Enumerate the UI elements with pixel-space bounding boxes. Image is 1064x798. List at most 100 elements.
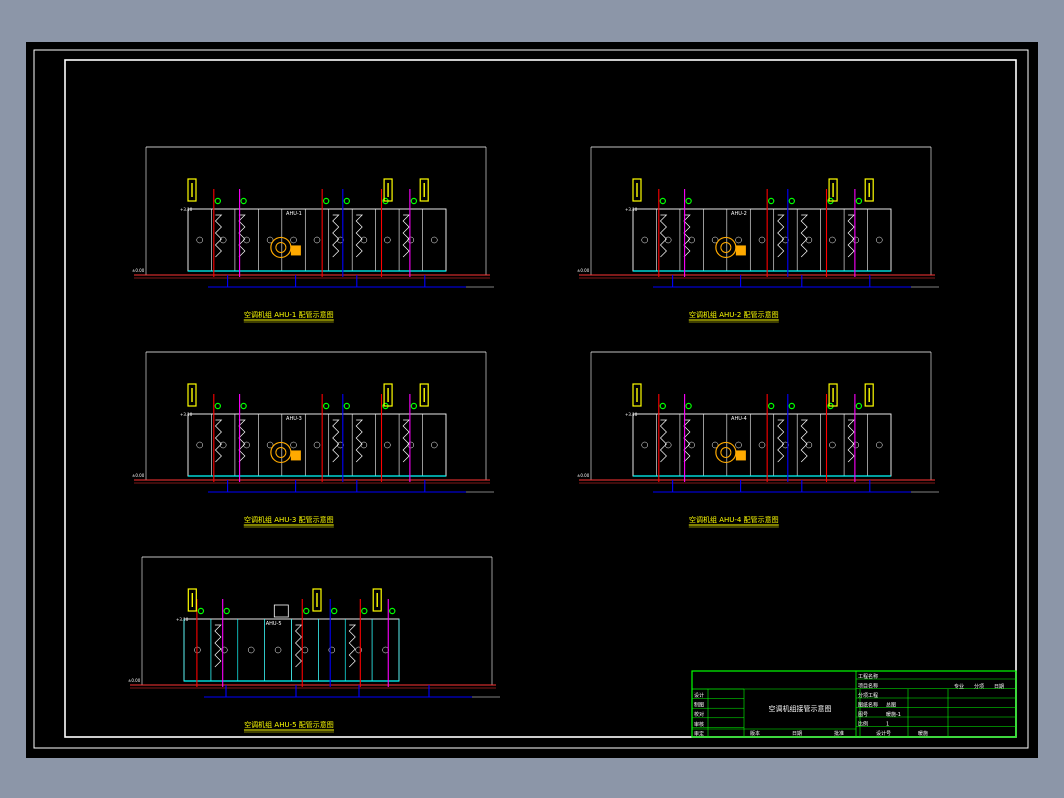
coil — [355, 214, 364, 258]
elevation-label: ±0.00 — [132, 473, 145, 478]
title-block: 设计制图校对审核审定 工程名称项目名称分项工程图纸名称 总图图号 暖施-1 比例 1 专业 分… — [691, 670, 1017, 738]
title-block-footer: 版本 — [750, 730, 760, 737]
component-marker — [876, 236, 883, 244]
valve-icon — [855, 197, 863, 205]
component-marker — [641, 236, 648, 244]
coil — [800, 214, 809, 258]
title-block-header: 分项 — [974, 683, 984, 690]
valve-icon — [855, 402, 863, 410]
title-block-label: 分项工程 — [858, 692, 878, 699]
elevation-label: +3.10 — [625, 207, 638, 212]
fan-icon — [275, 446, 287, 458]
title-block-value: 暖施-1 — [886, 711, 901, 718]
coil — [777, 214, 785, 258]
component-marker — [247, 646, 255, 654]
coil — [847, 419, 855, 463]
component-marker — [384, 441, 391, 449]
component-marker — [431, 441, 438, 449]
valve-icon — [410, 402, 418, 410]
title-block-label: 比例 — [858, 721, 868, 728]
component-marker — [688, 236, 695, 244]
ahu-casing — [187, 413, 447, 477]
component-marker — [664, 441, 672, 449]
fan-icon — [715, 236, 737, 259]
valve-icon — [214, 402, 221, 410]
elevation-label: ±0.00 — [128, 678, 141, 683]
coil — [214, 419, 223, 463]
component-marker — [852, 441, 860, 449]
coil — [659, 419, 668, 463]
motor-icon — [735, 245, 746, 256]
fan-icon — [270, 441, 292, 464]
title-block-footer: 日期 — [792, 731, 802, 737]
valve-icon — [767, 402, 775, 410]
coil — [800, 419, 809, 463]
valve-icon — [303, 607, 310, 615]
title-block-label: 设计 — [694, 692, 704, 699]
ahu-tag: AHU-4 — [731, 416, 747, 422]
elevation-label: +3.10 — [625, 412, 638, 417]
component-marker — [360, 236, 368, 244]
fan-icon — [715, 441, 737, 464]
component-marker — [274, 646, 282, 654]
elevation-label: ±0.00 — [577, 268, 590, 273]
section-ahu-3: ±0.00 +3.10 AHU-3 空调机组 AHU-3 配管示意图 — [132, 351, 494, 528]
component-marker — [641, 441, 648, 449]
component-marker — [290, 236, 297, 244]
title-block-header: 专业 — [954, 683, 964, 690]
motor-icon — [290, 450, 301, 461]
valve-icon — [788, 197, 796, 205]
valve-icon — [659, 197, 667, 205]
fan-icon — [720, 446, 732, 458]
drawing-name: 空调机组接管示意图 — [769, 704, 832, 713]
title-block-footer: 暖施 — [918, 730, 928, 737]
title-block-label: 审定 — [694, 730, 704, 737]
drawing-sheet[interactable]: ±0.00 +3.10 AHU-1 空调机组 AHU-1 配管示意图 ±0.00 +3.1… — [26, 42, 1038, 758]
damper-box — [273, 604, 289, 618]
fan-icon — [270, 236, 292, 259]
component-marker — [829, 236, 836, 244]
component-marker — [431, 236, 438, 244]
drawing-caption: 空调机组 AHU-5 配管示意图 — [244, 720, 334, 729]
coil — [332, 419, 340, 463]
valve-icon — [659, 402, 667, 410]
coil — [348, 624, 357, 668]
ahu-tag: AHU-3 — [286, 416, 302, 422]
component-marker — [688, 441, 695, 449]
component-marker — [805, 441, 813, 449]
valve-icon — [322, 197, 330, 205]
outer-border — [33, 49, 1029, 749]
valve-icon — [788, 402, 796, 410]
coil — [295, 624, 303, 668]
fan-icon — [720, 241, 732, 253]
drawing-caption: 空调机组 AHU-1 配管示意图 — [244, 310, 334, 319]
section-ahu-4: ±0.00 +3.10 AHU-4 空调机组 AHU-4 配管示意图 — [577, 351, 939, 528]
title-block-label: 审核 — [694, 721, 704, 728]
title-block-label: 工程名称 — [858, 673, 878, 680]
ahu-casing — [187, 208, 447, 272]
drawing-caption: 空调机组 AHU-4 配管示意图 — [689, 515, 779, 524]
coil — [659, 214, 668, 258]
valve-icon — [322, 402, 330, 410]
title-block-header: 日期 — [994, 684, 1004, 690]
component-marker — [219, 236, 227, 244]
elevation-label: ±0.00 — [577, 473, 590, 478]
coil — [214, 624, 222, 668]
cad-viewer: ±0.00 +3.10 AHU-1 空调机组 AHU-1 配管示意图 ±0.00 +3.1… — [0, 0, 1064, 798]
valve-icon — [361, 607, 368, 615]
elevation-label: +3.10 — [176, 617, 189, 622]
valve-icon — [240, 402, 247, 410]
title-block-value: 1 — [886, 722, 889, 728]
coil — [402, 419, 410, 463]
component-marker — [384, 236, 391, 244]
valve-icon — [223, 607, 230, 615]
valve-icon — [685, 197, 692, 205]
title-block-value: 总图 — [886, 702, 896, 709]
ahu-tag: AHU-1 — [286, 211, 302, 217]
valve-icon — [389, 607, 396, 615]
title-block-label: 图号 — [858, 712, 868, 718]
ahu-tag: AHU-2 — [731, 211, 747, 217]
title-block-label: 制图 — [694, 702, 704, 709]
valve-icon — [331, 607, 338, 615]
component-marker — [664, 236, 672, 244]
